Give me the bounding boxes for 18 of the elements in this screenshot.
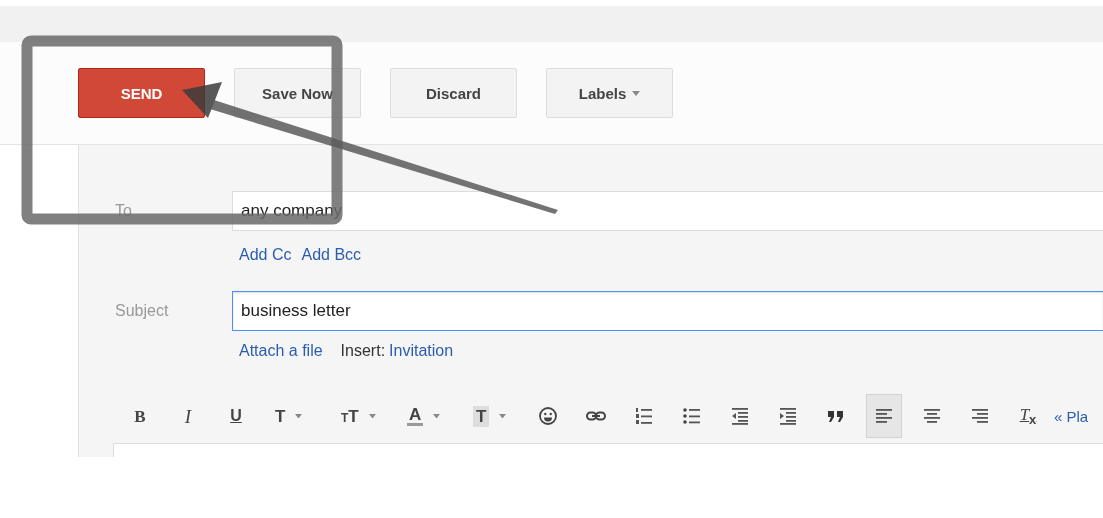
toolbar-button[interactable]: Discard bbox=[390, 68, 517, 118]
invitation-link[interactable]: Invitation bbox=[389, 342, 454, 360]
bold-button[interactable]: B bbox=[122, 394, 158, 438]
underline-button[interactable]: U bbox=[218, 394, 254, 438]
dropdown-button[interactable]: Labels bbox=[546, 68, 673, 118]
color-button[interactable]: A bbox=[398, 394, 452, 438]
link[interactable]: Add Cc bbox=[239, 246, 292, 264]
font-button[interactable]: T bbox=[266, 394, 320, 438]
attach-link[interactable]: Attach a file bbox=[239, 342, 323, 360]
insert-label: Insert: bbox=[340, 342, 386, 360]
subject-field[interactable]: business letter bbox=[232, 291, 1103, 331]
send-button[interactable]: SEND bbox=[78, 68, 205, 118]
italic-button[interactable]: I bbox=[170, 394, 206, 438]
highlight-button[interactable]: T bbox=[464, 394, 518, 438]
subject-label: Subject bbox=[114, 301, 170, 321]
plain-text-link[interactable]: « Pla bbox=[1054, 407, 1089, 425]
link[interactable]: Add Bcc bbox=[301, 246, 362, 264]
clear-format-button[interactable]: T$_{x}$ bbox=[1010, 394, 1046, 438]
